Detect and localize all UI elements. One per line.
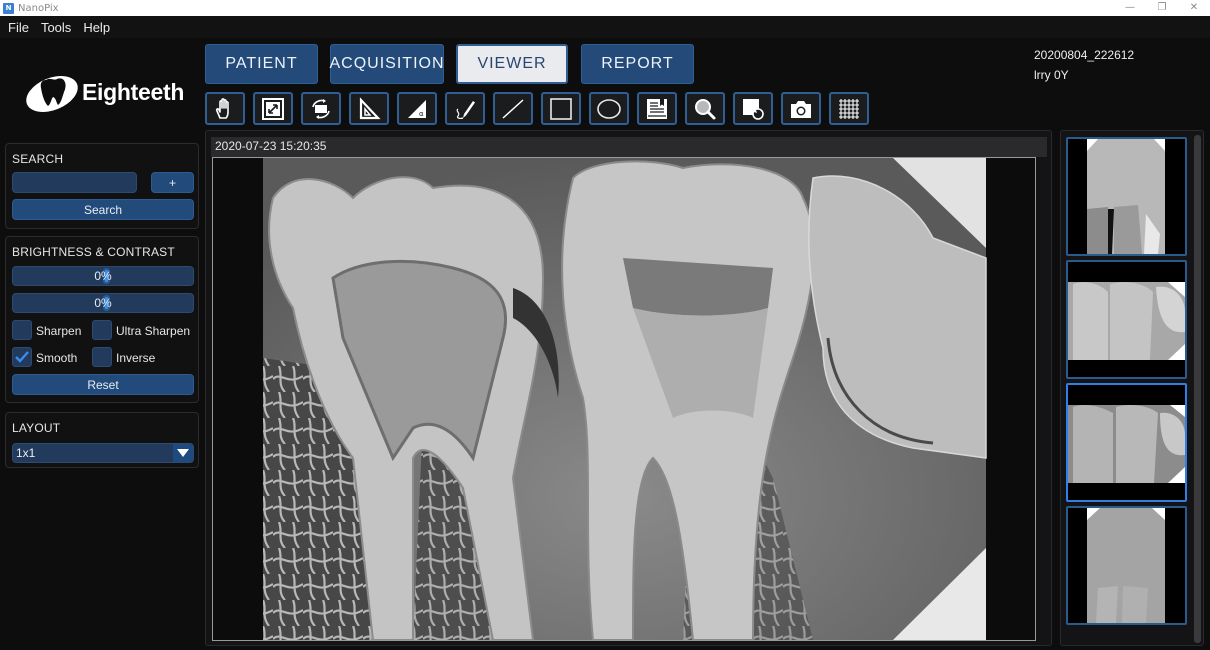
ellipse-icon xyxy=(597,98,621,119)
contrast-value: 0% xyxy=(94,296,112,310)
thumbnail-3[interactable] xyxy=(1066,383,1187,502)
brightness-contrast-panel: BRIGHTNESS & CONTRAST 0% 0% Sharpen Ultr… xyxy=(5,236,199,403)
ellipse-tool-button[interactable] xyxy=(589,92,629,125)
angle-alpha-icon: α xyxy=(408,99,426,118)
smooth-label: Smooth xyxy=(36,351,78,365)
angle-alpha-tool-button[interactable]: α xyxy=(397,92,437,125)
line-tool-button[interactable] xyxy=(493,92,533,125)
draw-tool-button[interactable] xyxy=(445,92,485,125)
molar-xray-thumbnail xyxy=(1068,405,1185,483)
reset-button[interactable]: Reset xyxy=(12,374,194,395)
grid-icon xyxy=(839,98,859,119)
brightness-contrast-title: BRIGHTNESS & CONTRAST xyxy=(12,245,175,259)
rectangle-tool-button[interactable] xyxy=(541,92,581,125)
sharpen-checkbox[interactable] xyxy=(12,320,32,340)
tab-viewer[interactable]: VIEWER xyxy=(456,44,568,84)
magnify-tool-button[interactable] xyxy=(685,92,725,125)
brand-name: Eighteeth xyxy=(82,78,185,105)
viewer-header: 2020-07-23 15:20:35 xyxy=(211,137,1047,157)
rectangle-icon xyxy=(550,97,572,120)
minimize-button[interactable]: — xyxy=(1114,0,1146,16)
brightness-slider[interactable]: 0% xyxy=(12,266,194,286)
search-button[interactable]: Search xyxy=(12,199,194,220)
layout-panel: LAYOUT 1x1 xyxy=(5,412,199,468)
patient-info: 20200804_222612 lrry 0Y xyxy=(1034,45,1134,85)
menu-tools[interactable]: Tools xyxy=(41,20,71,35)
app-icon: N xyxy=(3,2,14,14)
search-title: SEARCH xyxy=(12,152,64,166)
brand-logo: Eighteeth xyxy=(24,67,189,117)
xray-image-canvas[interactable] xyxy=(212,157,1036,641)
layout-title: LAYOUT xyxy=(12,421,61,435)
reset-image-icon xyxy=(743,98,764,120)
set-square-icon xyxy=(359,96,381,119)
resize-icon xyxy=(262,97,284,120)
tab-patient[interactable]: PATIENT xyxy=(205,44,318,84)
magnifier-icon xyxy=(695,98,716,119)
molar-xray-thumbnail xyxy=(1068,282,1185,360)
tab-acquisition[interactable]: ACQUISITION xyxy=(330,44,444,84)
search-panel: SEARCH + Search xyxy=(5,143,199,229)
tooth-logo-icon xyxy=(24,72,80,112)
thumbnail-2[interactable] xyxy=(1066,260,1187,379)
svg-text:α: α xyxy=(419,110,424,118)
notebook-icon xyxy=(647,98,667,119)
anterior-xray-thumbnail xyxy=(1087,139,1165,254)
molar-xray-image xyxy=(263,158,987,640)
thumbnail-scrollbar[interactable] xyxy=(1194,135,1201,643)
anterior-xray-thumbnail xyxy=(1087,508,1165,623)
restore-button[interactable]: ❐ xyxy=(1146,0,1178,16)
window-titlebar: N NanoPix — ❐ ✕ xyxy=(0,0,1210,16)
rotate-tool-button[interactable] xyxy=(301,92,341,125)
ultra-sharpen-label: Ultra Sharpen xyxy=(116,324,191,338)
reset-view-tool-button[interactable] xyxy=(733,92,773,125)
window-title: NanoPix xyxy=(18,2,59,14)
menu-file[interactable]: File xyxy=(8,20,29,35)
contrast-slider[interactable]: 0% xyxy=(12,293,194,313)
inverse-checkbox[interactable] xyxy=(92,347,112,367)
smooth-checkbox[interactable] xyxy=(12,347,32,367)
add-button[interactable]: + xyxy=(151,172,194,193)
thumbnail-1[interactable] xyxy=(1066,137,1187,256)
camera-icon xyxy=(791,100,811,118)
brightness-value: 0% xyxy=(94,269,112,283)
image-viewer: 2020-07-23 15:20:35 xyxy=(205,130,1052,646)
patient-id: 20200804_222612 xyxy=(1034,48,1135,62)
pencil-icon xyxy=(456,100,475,119)
viewer-toolbar: α xyxy=(205,92,869,126)
thumbnail-4[interactable] xyxy=(1066,506,1187,625)
fit-window-tool-button[interactable] xyxy=(253,92,293,125)
search-input[interactable] xyxy=(12,172,137,193)
inverse-label: Inverse xyxy=(116,351,156,365)
ultra-sharpen-checkbox[interactable] xyxy=(92,320,112,340)
annotation-tool-button[interactable] xyxy=(637,92,677,125)
layout-selected-value: 1x1 xyxy=(16,446,36,460)
menu-help[interactable]: Help xyxy=(83,20,110,35)
line-icon xyxy=(502,98,524,119)
image-timestamp: 2020-07-23 15:20:35 xyxy=(215,139,327,153)
thumbnail-panel xyxy=(1060,130,1204,646)
layout-select[interactable]: 1x1 xyxy=(12,443,194,463)
checkmark-icon xyxy=(15,351,29,363)
patient-name-age: lrry 0Y xyxy=(1034,68,1069,82)
sharpen-label: Sharpen xyxy=(36,324,82,338)
rotate-icon xyxy=(312,98,330,119)
dropdown-arrow-icon[interactable] xyxy=(173,444,193,462)
pan-tool-button[interactable] xyxy=(205,92,245,125)
capture-tool-button[interactable] xyxy=(781,92,821,125)
grid-tool-button[interactable] xyxy=(829,92,869,125)
close-button[interactable]: ✕ xyxy=(1178,0,1210,16)
menu-bar: File Tools Help xyxy=(0,16,1210,38)
angle-tool-button[interactable] xyxy=(349,92,389,125)
hand-icon xyxy=(215,97,229,119)
tab-report[interactable]: REPORT xyxy=(581,44,694,84)
